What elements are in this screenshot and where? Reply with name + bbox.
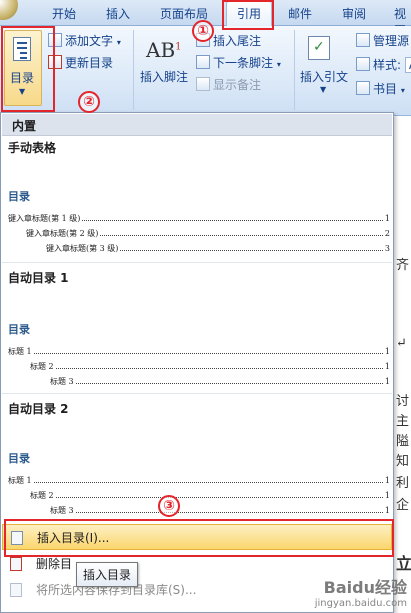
insert-footnote-label: 插入脚注 bbox=[140, 70, 189, 84]
toc-line: 标题 21 bbox=[8, 488, 390, 503]
next-footnote-label: 下一条脚注 bbox=[213, 56, 274, 70]
footnote-icon: AB1 bbox=[146, 38, 182, 62]
option-title: 自动目录 2 bbox=[8, 402, 69, 416]
next-footnote-button[interactable]: 下一条脚注 ▾ bbox=[196, 54, 281, 71]
doc-fragment: 企 bbox=[396, 498, 410, 513]
preview-title: 目录 bbox=[8, 190, 30, 203]
tab-review[interactable]: 审阅 bbox=[342, 5, 366, 22]
manage-sources-label: 管理源 bbox=[373, 34, 410, 48]
step-badge-3: ③ bbox=[158, 495, 180, 517]
manage-sources-button[interactable]: 管理源 bbox=[356, 32, 409, 49]
doc-fragment: 知 bbox=[396, 454, 410, 469]
doc-fragment: 利 bbox=[396, 476, 410, 491]
style-icon bbox=[356, 57, 370, 71]
update-toc-button[interactable]: 更新目录 bbox=[48, 54, 113, 71]
doc-fragment: 立 bbox=[396, 554, 411, 573]
watermark-brand: Baidu经验 bbox=[323, 578, 407, 597]
highlight-box-toc bbox=[1, 26, 55, 112]
option-title: 自动目录 1 bbox=[8, 271, 69, 285]
next-footnote-icon bbox=[196, 55, 210, 69]
tab-mailings[interactable]: 邮件 bbox=[288, 5, 312, 22]
toc-line: 标题 21 bbox=[8, 359, 390, 374]
style-select[interactable]: 样式: AP bbox=[356, 56, 411, 73]
insert-citation-label: 插入引文 bbox=[300, 70, 349, 84]
toc-preview: 目录 标题 11 标题 21 标题 31 bbox=[8, 450, 390, 518]
preview-title: 目录 bbox=[8, 323, 30, 336]
toc-option-manual-table[interactable]: 手动表格 目录 键入章标题(第 1 级) 1 键入章标题(第 2 级) 2 键入章标… bbox=[2, 136, 392, 262]
step-badge-1: ① bbox=[192, 20, 214, 42]
doc-fragment: 主 bbox=[396, 414, 410, 429]
toc-line: 标题 31 bbox=[8, 374, 390, 389]
insert-footnote-button[interactable]: AB1 插入脚注 bbox=[138, 30, 190, 90]
tab-insert[interactable]: 插入 bbox=[106, 5, 130, 22]
bibliography-button[interactable]: 书目 ▾ bbox=[356, 80, 405, 97]
save-to-gallery-icon bbox=[10, 583, 22, 597]
show-notes-button[interactable]: 显示备注 bbox=[196, 76, 261, 93]
add-text-button[interactable]: 添加文字 ▾ bbox=[48, 32, 121, 49]
office-button[interactable] bbox=[0, 0, 18, 20]
manage-sources-icon bbox=[356, 33, 370, 47]
step-badge-2: ② bbox=[78, 91, 100, 113]
toc-preview: 目录 标题 11 标题 21 标题 31 bbox=[8, 321, 390, 389]
doc-fragment: 讨 bbox=[396, 394, 410, 409]
option-title: 手动表格 bbox=[8, 141, 57, 155]
toc-line: 键入章标题(第 1 级) 1 bbox=[8, 211, 390, 226]
bibliography-label: 书目 bbox=[373, 82, 398, 96]
toc-line: 标题 31 bbox=[8, 503, 390, 518]
add-text-label: 添加文字 bbox=[65, 34, 114, 48]
toc-line: 标题 11 bbox=[8, 344, 390, 359]
preview-title: 目录 bbox=[8, 452, 30, 465]
update-toc-label: 更新目录 bbox=[65, 56, 114, 70]
citation-icon: ✓ bbox=[308, 36, 330, 60]
tab-home[interactable]: 开始 bbox=[52, 5, 76, 22]
delete-toc-icon bbox=[10, 557, 22, 571]
toc-line: 标题 11 bbox=[8, 473, 390, 488]
toc-option-auto-1[interactable]: 自动目录 1 目录 标题 11 标题 21 标题 31 bbox=[2, 262, 392, 392]
show-notes-label: 显示备注 bbox=[213, 78, 262, 92]
toc-option-auto-2[interactable]: 自动目录 2 目录 标题 11 标题 21 标题 31 bbox=[2, 393, 392, 519]
chevron-down-icon: ▼ bbox=[320, 85, 327, 94]
highlight-box-insert-toc bbox=[4, 519, 394, 557]
bibliography-icon bbox=[356, 81, 370, 95]
style-value: AP bbox=[404, 57, 411, 73]
insert-endnote-label: 插入尾注 bbox=[213, 34, 262, 48]
insert-citation-button[interactable]: ✓ 插入引文 ▼ bbox=[298, 30, 350, 100]
doc-fragment: 齐 bbox=[396, 258, 410, 273]
toc-line: 键入章标题(第 2 级) 2 bbox=[8, 226, 390, 241]
toc-preview: 目录 键入章标题(第 1 级) 1 键入章标题(第 2 级) 2 键入章标题(第 3… bbox=[8, 188, 390, 256]
ribbon-separator bbox=[133, 30, 134, 110]
watermark-url: jingyan.baidu.com bbox=[314, 598, 407, 609]
tooltip: 插入目录 bbox=[76, 562, 139, 587]
watermark: Baidu经验 jingyan.baidu.com bbox=[315, 574, 407, 609]
document-page bbox=[393, 116, 411, 613]
highlight-box-references bbox=[222, 0, 274, 30]
doc-fragment: 隘 bbox=[396, 434, 410, 449]
toc-line: 键入章标题(第 3 级) 3 bbox=[8, 241, 390, 256]
show-notes-icon bbox=[196, 77, 210, 91]
doc-fragment: ↵ bbox=[396, 336, 407, 351]
style-label: 样式: bbox=[373, 58, 402, 72]
ribbon-separator bbox=[294, 30, 295, 110]
section-header-builtin: 内置 bbox=[2, 114, 392, 136]
delete-toc-label: 删除目 bbox=[36, 557, 73, 571]
